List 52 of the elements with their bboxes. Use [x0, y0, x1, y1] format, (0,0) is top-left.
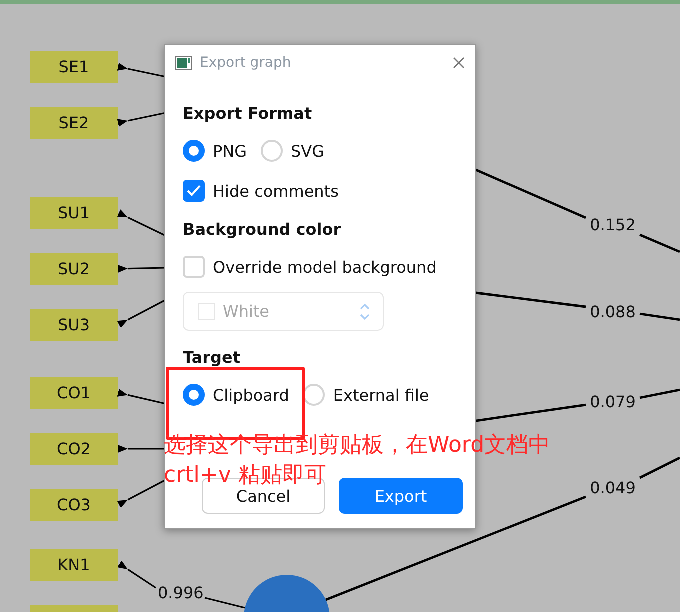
checkbox-label[interactable]: Hide comments	[213, 182, 339, 200]
arrow	[117, 112, 166, 127]
indicator-node[interactable]: CO1	[30, 377, 118, 409]
radio-label[interactable]: SVG	[291, 142, 325, 160]
app-icon	[175, 56, 192, 70]
checkbox-label[interactable]: Override model background	[213, 258, 437, 276]
connector-line	[639, 456, 680, 480]
section-heading: Background color	[183, 218, 342, 240]
annotation-text: 选择这个导出到剪贴板，在Word文档中	[164, 432, 551, 460]
radio-label[interactable]: External file	[333, 386, 430, 404]
radio-option[interactable]: Clipboard	[183, 384, 290, 406]
arrow	[117, 560, 156, 589]
connector-line	[640, 312, 680, 322]
indicator-node[interactable]: SE1	[30, 51, 118, 83]
indicator-node[interactable]: KN1	[30, 549, 118, 581]
indicator-node[interactable]: SU1	[30, 197, 118, 229]
arrow	[118, 265, 166, 273]
dialog-title: Export graph	[200, 55, 292, 71]
arrow	[118, 445, 166, 453]
arrow	[117, 389, 166, 405]
radio-option[interactable]: PNG	[183, 140, 248, 162]
arrow	[117, 63, 166, 78]
arrow	[117, 299, 166, 328]
radio-option[interactable]: External file	[303, 384, 430, 406]
radio-button[interactable]	[183, 140, 205, 162]
radio-label[interactable]: PNG	[213, 142, 248, 160]
indicator-node[interactable]	[30, 605, 118, 612]
path-coefficient: 0.996	[158, 583, 204, 602]
section-heading: Export Format	[183, 102, 314, 124]
close-icon[interactable]	[453, 57, 465, 69]
path-coefficient: 0.049	[590, 478, 636, 498]
latent-variable-node[interactable]	[244, 575, 330, 612]
indicator-node[interactable]: SE2	[30, 107, 118, 139]
radio-label[interactable]: Clipboard	[213, 386, 290, 404]
path-coefficient: 0.088	[590, 302, 636, 322]
indicator-node[interactable]: SU3	[30, 309, 118, 341]
radio-button[interactable]	[183, 384, 205, 406]
arrow	[117, 479, 166, 508]
arrow	[117, 210, 166, 237]
path-coefficient: 0.152	[590, 215, 636, 234]
section-heading: Target	[183, 346, 242, 368]
indicator-node[interactable]: CO3	[30, 489, 118, 521]
indicator-node[interactable]: CO2	[30, 433, 118, 465]
connector-line	[640, 388, 680, 400]
export-button[interactable]: Export	[339, 478, 463, 514]
connector-line	[204, 597, 246, 609]
check-icon	[186, 184, 202, 198]
radio-option[interactable]: SVG	[261, 140, 325, 162]
connector-line	[640, 234, 680, 254]
checkbox[interactable]	[183, 180, 205, 202]
path-coefficient: 0.079	[590, 392, 636, 412]
indicator-node[interactable]: SU2	[30, 253, 118, 285]
